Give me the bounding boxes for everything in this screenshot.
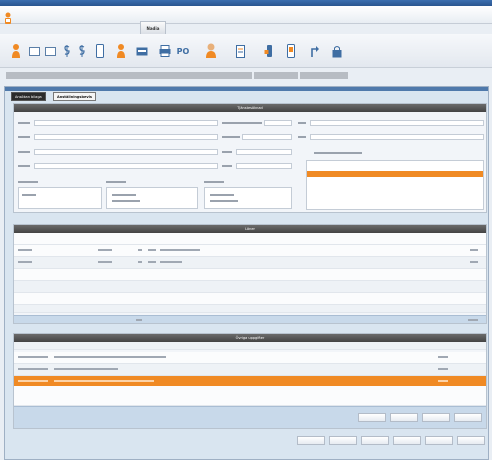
table-row[interactable] [14, 386, 486, 406]
lock-icon[interactable] [330, 42, 344, 60]
po-text-icon[interactable]: PO [176, 42, 190, 60]
panel-header: Tjänstesöknad [14, 104, 486, 112]
salary-panel: Löner [13, 224, 487, 324]
field-value [112, 200, 140, 202]
table-header-row [14, 342, 486, 350]
person2-icon[interactable] [114, 42, 128, 60]
panel-button-bar [14, 406, 486, 428]
window-header-strip [5, 87, 488, 91]
app-bar [0, 6, 492, 24]
table-row[interactable] [14, 257, 486, 269]
text-field[interactable] [34, 134, 218, 140]
dollar-icon[interactable] [60, 42, 74, 60]
panel-action-button[interactable] [358, 413, 386, 422]
dollar2-icon[interactable] [75, 42, 89, 60]
field-label [204, 181, 224, 183]
toolbar-group-bar [254, 72, 298, 79]
text-field[interactable] [34, 149, 218, 155]
field-label [298, 122, 306, 124]
selected-list-item[interactable] [307, 171, 483, 177]
selection-list[interactable] [306, 160, 484, 210]
dialog-button[interactable] [361, 436, 389, 445]
document-window: Ansökan bilaga Anställningsbevis Tjänste… [4, 86, 489, 460]
field-label [222, 122, 262, 124]
text-field[interactable] [236, 149, 292, 155]
text-field[interactable] [264, 120, 292, 126]
selected-table-row[interactable] [14, 376, 486, 386]
text-field[interactable] [236, 163, 292, 169]
hand-icon[interactable] [262, 42, 276, 60]
text-field[interactable] [34, 163, 218, 169]
printer-icon[interactable] [158, 42, 172, 60]
person3-icon[interactable] [204, 42, 218, 60]
person-icon[interactable] [9, 42, 23, 60]
field-label [18, 136, 30, 138]
ribbon-tab-nadia[interactable]: Nadia [140, 21, 166, 34]
card-icon[interactable] [27, 42, 41, 60]
table-row[interactable] [14, 352, 486, 364]
table-row[interactable] [14, 293, 486, 305]
field-value [210, 200, 238, 202]
field-label [18, 165, 30, 167]
panel-header: Övriga uppgifter [14, 334, 486, 342]
app-logo-icon [5, 12, 11, 24]
table-footer [14, 315, 486, 323]
field-label [106, 181, 126, 183]
text-area[interactable] [204, 187, 292, 209]
dialog-button[interactable] [393, 436, 421, 445]
card2-icon[interactable] [43, 42, 57, 60]
panel-header: Löner [14, 225, 486, 233]
panel-action-button[interactable] [390, 413, 418, 422]
applicant-panel: Tjänstesöknad [13, 103, 487, 213]
ribbon-toolbar: PO [0, 34, 492, 68]
card3-icon[interactable] [135, 42, 149, 60]
table-row[interactable] [14, 281, 486, 293]
table-row[interactable] [14, 305, 486, 313]
tab-ansokan[interactable]: Ansökan bilaga [11, 92, 46, 101]
field-label [222, 136, 240, 138]
field-label [222, 151, 232, 153]
document-icon[interactable] [233, 42, 247, 60]
field-label [222, 165, 232, 167]
field-value [210, 194, 234, 196]
panel-action-button[interactable] [454, 413, 482, 422]
text-field[interactable] [34, 120, 218, 126]
toolbar-group-bar [6, 72, 252, 79]
phone2-icon[interactable] [284, 42, 298, 60]
table-header-row [14, 233, 486, 245]
table-row[interactable] [14, 245, 486, 257]
table-row[interactable] [14, 269, 486, 281]
field-label [18, 181, 38, 183]
field-label [18, 122, 30, 124]
dialog-button[interactable] [329, 436, 357, 445]
text-field[interactable] [242, 134, 292, 140]
other-info-panel: Övriga uppgifter [13, 333, 487, 429]
dialog-button[interactable] [425, 436, 453, 445]
field-value [22, 194, 36, 196]
text-field[interactable] [310, 120, 484, 126]
toolbar-group-bar [300, 72, 348, 79]
text-area[interactable] [18, 187, 102, 209]
table-row[interactable] [14, 364, 486, 376]
field-value [112, 194, 136, 196]
dialog-button[interactable] [297, 436, 325, 445]
phone-icon[interactable] [93, 42, 107, 60]
text-area[interactable] [106, 187, 198, 209]
field-label [298, 136, 306, 138]
tab-anstallningsbevis[interactable]: Anställningsbevis [53, 92, 96, 101]
arrow-icon[interactable] [308, 42, 322, 60]
field-label [18, 151, 30, 153]
dialog-button[interactable] [457, 436, 485, 445]
panel-action-button[interactable] [422, 413, 450, 422]
text-field[interactable] [310, 134, 484, 140]
field-label [314, 152, 362, 154]
